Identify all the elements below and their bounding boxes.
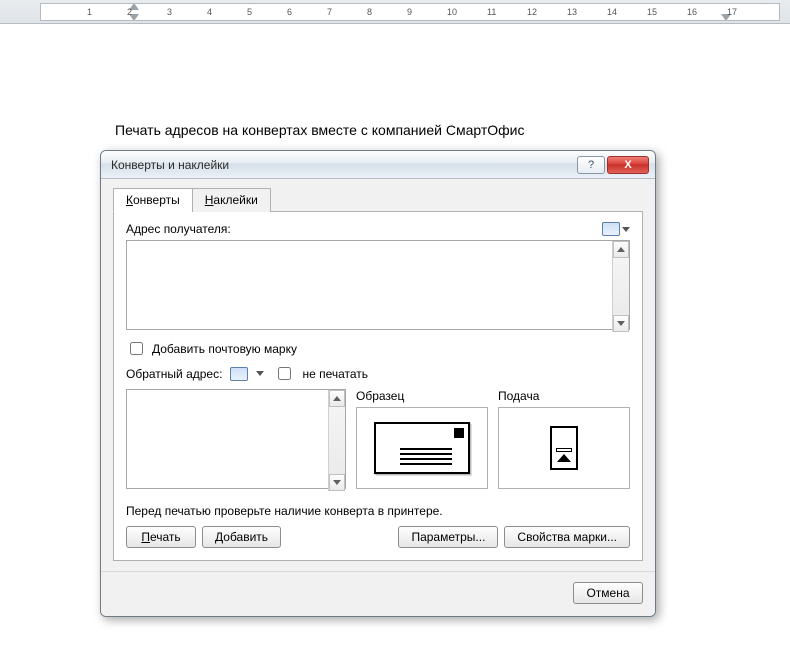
- add-stamp-label: Добавить почтовую марку: [152, 342, 297, 356]
- scroll-down-button[interactable]: [613, 315, 629, 332]
- recipient-address-label: Адрес получателя:: [126, 222, 231, 236]
- feed-label: Подача: [498, 389, 630, 403]
- add-button[interactable]: Добавить: [202, 526, 281, 548]
- arrow-down-icon: [333, 480, 341, 485]
- cancel-button[interactable]: Отмена: [573, 582, 643, 604]
- recipient-address-input[interactable]: [126, 240, 630, 330]
- envelopes-labels-dialog: Конверты и наклейки ? X Конверты Наклейк…: [100, 150, 656, 617]
- tab-panel-envelopes: Адрес получателя: Добавить почтовую марк…: [113, 212, 643, 561]
- printer-hint: Перед печатью проверьте наличие конверта…: [126, 504, 630, 518]
- address-book-icon[interactable]: [602, 222, 620, 236]
- sample-preview[interactable]: [356, 407, 488, 489]
- options-button[interactable]: Параметры...: [398, 526, 498, 548]
- return-scrollbar[interactable]: [328, 390, 345, 491]
- close-button[interactable]: X: [607, 156, 649, 174]
- dialog-titlebar[interactable]: Конверты и наклейки ? X: [101, 151, 655, 179]
- scroll-up-button[interactable]: [613, 241, 629, 258]
- sample-label: Образец: [356, 389, 488, 403]
- return-address-label: Обратный адрес:: [126, 367, 222, 381]
- feed-preview[interactable]: [498, 407, 630, 489]
- no-print-label: не печатать: [302, 367, 368, 381]
- return-address-book-icon[interactable]: [230, 367, 248, 381]
- add-stamp-checkbox[interactable]: [130, 342, 143, 355]
- tab-envelopes[interactable]: Конверты: [113, 188, 193, 212]
- return-address-input[interactable]: [126, 389, 346, 489]
- recipient-scrollbar[interactable]: [612, 241, 629, 332]
- horizontal-ruler[interactable]: 1234567891011121314151617: [40, 3, 780, 21]
- no-print-checkbox[interactable]: [278, 367, 291, 380]
- help-button[interactable]: ?: [577, 156, 605, 174]
- envelope-icon: [374, 422, 470, 474]
- return-address-dropdown-icon[interactable]: [256, 371, 264, 376]
- document-heading: Печать адресов на конвертах вместе с ком…: [115, 122, 525, 138]
- feed-tray-icon: [550, 426, 578, 470]
- tab-labels[interactable]: Наклейки: [192, 188, 271, 212]
- scroll-down-button[interactable]: [329, 474, 345, 491]
- tab-strip: Конверты Наклейки: [113, 187, 643, 212]
- arrow-up-icon: [617, 247, 625, 252]
- address-book-dropdown-icon[interactable]: [622, 227, 630, 232]
- stamp-properties-button[interactable]: Свойства марки...: [504, 526, 630, 548]
- scroll-up-button[interactable]: [329, 390, 345, 407]
- ruler-bar: 1234567891011121314151617: [0, 0, 790, 24]
- print-button[interactable]: Печать: [126, 526, 196, 548]
- arrow-down-icon: [617, 321, 625, 326]
- arrow-up-icon: [333, 396, 341, 401]
- dialog-title: Конверты и наклейки: [111, 158, 577, 172]
